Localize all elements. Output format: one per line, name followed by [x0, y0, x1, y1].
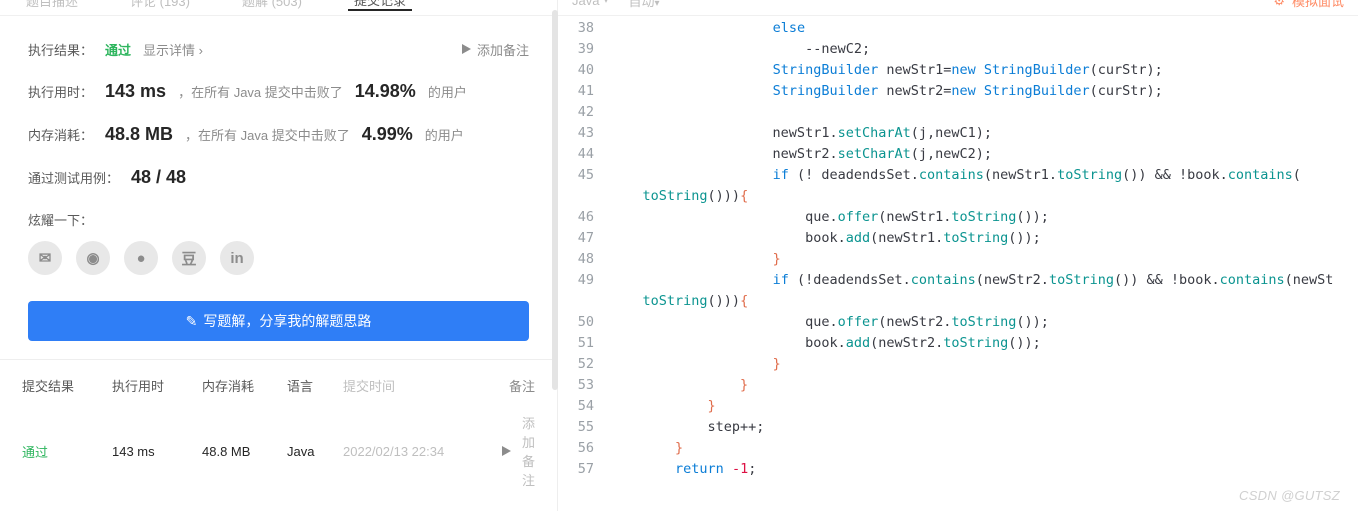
col-mem: 内存消耗: [202, 376, 287, 395]
language-select[interactable]: Java: [572, 0, 609, 8]
auto-select[interactable]: 自动: [629, 0, 660, 10]
editor-toolbar: Java 自动 模拟面试: [558, 0, 1358, 16]
submission-history: 提交结果 执行用时 内存消耗 语言 提交时间 备注 通过 143 ms 48.8…: [0, 359, 557, 499]
table-row[interactable]: 通过 143 ms 48.8 MB Java 2022/02/13 22:34 …: [22, 413, 535, 489]
memory-suffix: 的用户: [425, 125, 464, 144]
row-mem: 48.8 MB: [202, 444, 287, 459]
col-ts: 提交时间: [343, 376, 483, 395]
show-details-link[interactable]: 显示详情: [143, 40, 203, 59]
row-ts: 2022/02/13 22:34: [343, 444, 483, 459]
testcases-value: 48 / 48: [131, 167, 186, 188]
col-time: 执行用时: [112, 376, 202, 395]
result-panel: 执行结果： 通过 显示详情 添加备注 执行用时： 143 ms ，在所有 Jav…: [0, 16, 557, 359]
memory-pct: 4.99%: [362, 124, 413, 145]
flag-icon: [462, 42, 473, 57]
pencil-icon: [186, 313, 198, 330]
memory-value: 48.8 MB: [105, 124, 173, 145]
row-lang: Java: [287, 444, 343, 459]
brag-label: 炫耀一下：: [28, 210, 529, 229]
col-note: 备注: [509, 376, 535, 395]
mock-interview-button[interactable]: 模拟面试: [1273, 0, 1344, 10]
testcases-label: 通过测试用例：: [28, 168, 119, 187]
runtime-value: 143 ms: [105, 81, 166, 102]
flag-icon: [502, 444, 513, 459]
write-solution-button[interactable]: 写题解，分享我的解题思路: [28, 301, 529, 341]
col-result: 提交结果: [22, 376, 112, 395]
douban-icon[interactable]: 豆: [172, 241, 206, 275]
add-note-link[interactable]: 添加备注: [462, 40, 529, 59]
runtime-label: 执行用时：: [28, 82, 93, 101]
runtime-suffix: 的用户: [428, 82, 467, 101]
row-time: 143 ms: [112, 444, 202, 459]
qq-icon[interactable]: ●: [124, 241, 158, 275]
runtime-pct: 14.98%: [355, 81, 416, 102]
left-tabs: 题目描述 评论 (193) 题解 (503) 提交记录: [0, 0, 557, 16]
weibo-icon[interactable]: ◉: [76, 241, 110, 275]
runtime-desc: ，在所有 Java 提交中击败了: [178, 82, 343, 101]
result-label: 执行结果：: [28, 40, 93, 59]
tab-solutions[interactable]: 题解 (503): [236, 0, 308, 10]
memory-label: 内存消耗：: [28, 125, 93, 144]
result-status: 通过: [105, 40, 131, 59]
tab-comments[interactable]: 评论 (193): [124, 0, 196, 10]
watermark: CSDN @GUTSZ: [1239, 488, 1340, 503]
tab-submissions[interactable]: 提交记录: [348, 0, 412, 11]
col-lang: 语言: [287, 376, 343, 395]
row-note[interactable]: 添加备注: [502, 413, 535, 489]
wechat-icon[interactable]: ✉: [28, 241, 62, 275]
share-icons: ✉ ◉ ● 豆 in: [28, 241, 529, 275]
row-status: 通过: [22, 442, 112, 461]
linkedin-icon[interactable]: in: [220, 241, 254, 275]
tab-desc[interactable]: 题目描述: [20, 0, 84, 10]
code-editor[interactable]: 38 else39 --newC2;40 StringBuilder newSt…: [558, 16, 1358, 480]
memory-desc: ，在所有 Java 提交中击败了: [185, 125, 350, 144]
